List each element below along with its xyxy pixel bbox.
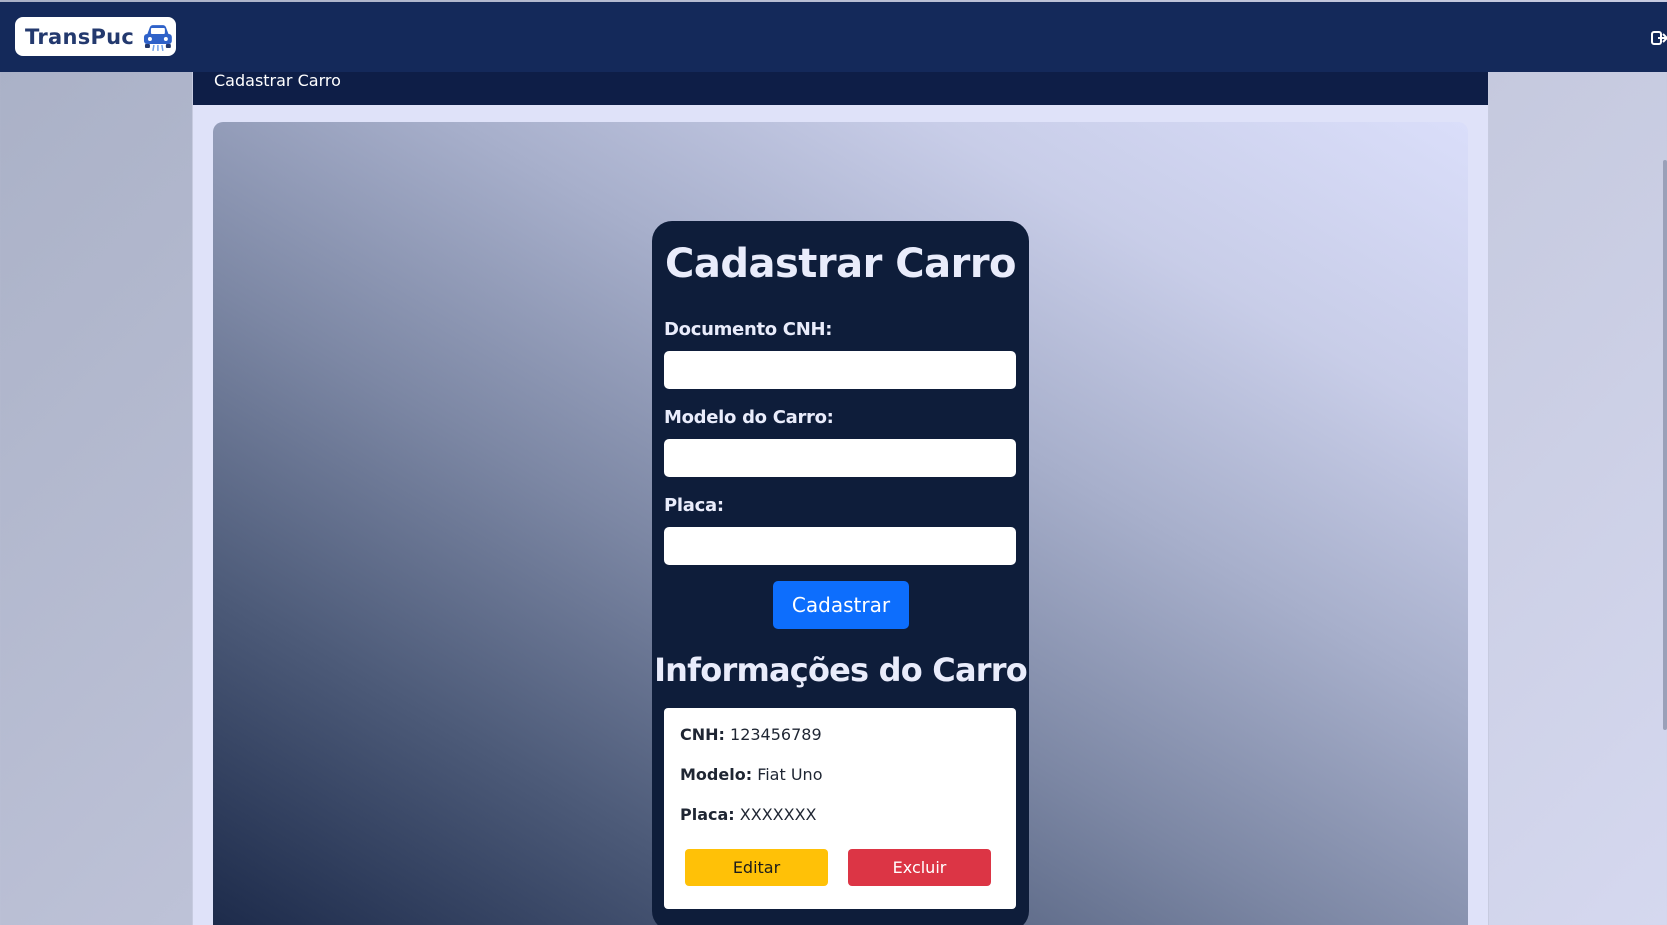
plate-input[interactable]: [664, 527, 1016, 565]
info-title: Informações do Carro: [654, 651, 1028, 689]
page-scrollbar[interactable]: [1663, 160, 1667, 730]
brand-name: TransPuc: [25, 24, 135, 49]
top-navbar: TransPuc: [0, 2, 1667, 72]
info-row-model: Modelo: Fiat Uno: [680, 765, 822, 784]
logout-icon[interactable]: [1651, 28, 1667, 48]
info-key: Placa:: [680, 805, 735, 824]
submit-button[interactable]: Cadastrar: [773, 581, 909, 629]
cnh-label: Documento CNH:: [664, 319, 833, 340]
edit-button[interactable]: Editar: [685, 849, 828, 886]
delete-button[interactable]: Excluir: [848, 849, 991, 886]
page-subheader: Cadastrar Carro: [193, 72, 1488, 105]
cnh-input[interactable]: [664, 351, 1016, 389]
form-title: Cadastrar Carro: [664, 241, 1017, 287]
info-value: Fiat Uno: [757, 765, 823, 784]
model-label: Modelo do Carro:: [664, 407, 834, 428]
info-value: 123456789: [730, 725, 822, 744]
info-key: CNH:: [680, 725, 725, 744]
info-row-plate: Placa: XXXXXXX: [680, 805, 817, 824]
info-row-cnh: CNH: 123456789: [680, 725, 822, 744]
info-value: XXXXXXX: [739, 805, 817, 824]
model-input[interactable]: [664, 439, 1016, 477]
car-form-card: Cadastrar Carro Documento CNH: Modelo do…: [652, 221, 1029, 925]
plate-label: Placa:: [664, 495, 724, 516]
car-icon: [144, 24, 173, 51]
car-info-box: CNH: 123456789 Modelo: Fiat Uno Placa: X…: [664, 708, 1016, 909]
subheader-title: Cadastrar Carro: [214, 71, 341, 90]
brand-logo[interactable]: TransPuc: [15, 17, 176, 56]
info-key: Modelo:: [680, 765, 753, 784]
